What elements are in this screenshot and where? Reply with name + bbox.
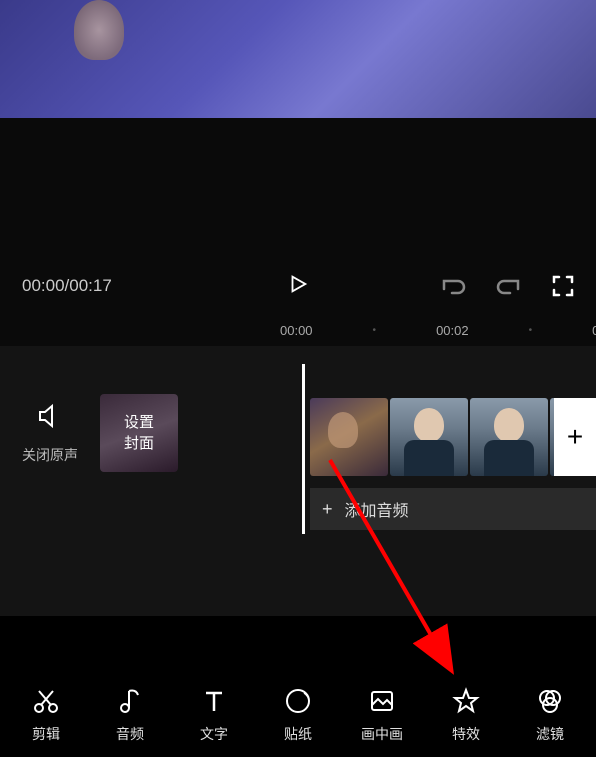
ruler-dot: • [373,325,377,336]
playback-controls: 00:00/00:17 [0,258,596,314]
clip-thumbnail[interactable] [310,398,388,476]
clip-thumbnail[interactable] [470,398,548,476]
play-button[interactable] [287,272,309,301]
undo-button[interactable] [440,275,466,297]
tool-label: 文字 [200,724,228,744]
music-note-icon [116,686,144,716]
cover-label-1: 设置 [124,412,154,433]
effects-tool[interactable]: 特效 [429,686,503,744]
mute-label: 关闭原声 [22,445,78,465]
set-cover-button[interactable]: 设置 封面 [100,394,178,472]
image-icon [368,686,396,716]
pip-tool[interactable]: 画中画 [345,686,419,744]
bottom-toolbar: 剪辑 音频 文字 贴纸 画中画 特效 滤镜 [0,677,596,757]
ruler-mark: 0 [592,323,596,338]
tool-label: 音频 [116,724,144,744]
add-audio-track[interactable]: + 添加音频 [310,488,596,530]
tool-label: 滤镜 [536,724,564,744]
playhead[interactable] [302,364,305,534]
add-clip-button[interactable]: + [554,398,596,476]
tool-label: 画中画 [361,724,403,744]
clip-thumbnail[interactable] [390,398,468,476]
tool-label: 剪辑 [32,724,60,744]
scissors-icon [32,686,60,716]
filter-tool[interactable]: 滤镜 [513,686,587,744]
timeline-ruler: 00:00 • 00:02 • 0 [0,314,596,346]
text-icon [200,686,228,716]
ruler-mark: 00:00 [280,323,313,338]
ruler-dot: • [529,325,533,336]
audio-tool[interactable]: 音频 [93,686,167,744]
sticker-icon [284,686,312,716]
ruler-mark: 00:02 [436,323,469,338]
timeline-area[interactable]: 关闭原声 设置 封面 + + 添加音频 [0,346,596,616]
edit-tool[interactable]: 剪辑 [9,686,83,744]
text-tool[interactable]: 文字 [177,686,251,744]
tool-label: 特效 [452,724,480,744]
star-icon [452,686,480,716]
fullscreen-button[interactable] [552,275,574,297]
mute-original-sound[interactable]: 关闭原声 [0,402,100,465]
tool-label: 贴纸 [284,724,312,744]
cover-label-2: 封面 [124,433,154,454]
time-display: 00:00/00:17 [22,276,112,296]
filter-icon [536,686,564,716]
add-audio-label: 添加音频 [345,497,409,521]
redo-button[interactable] [496,275,522,297]
speaker-icon [36,402,64,435]
video-preview-frame[interactable] [0,0,596,118]
plus-icon: + [322,499,333,520]
video-letterbox [0,118,596,258]
sticker-tool[interactable]: 贴纸 [261,686,335,744]
